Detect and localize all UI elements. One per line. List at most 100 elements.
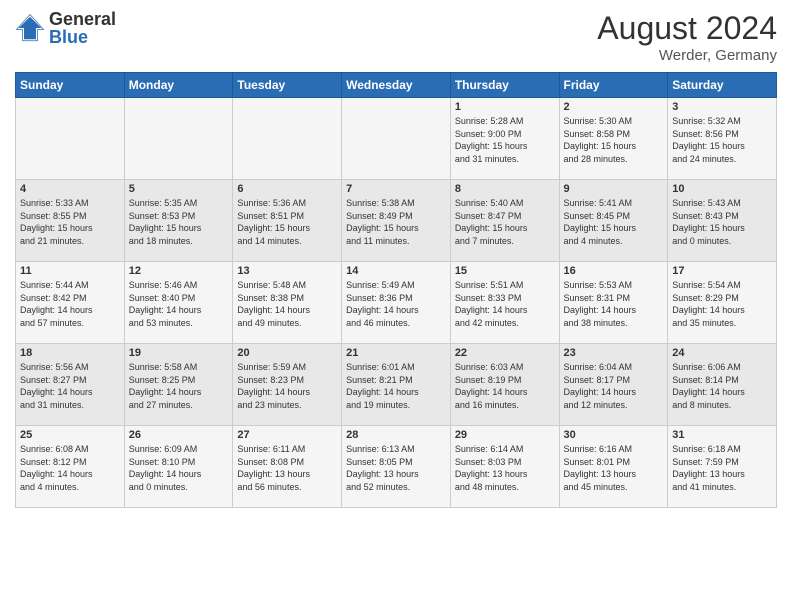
calendar-cell [233, 98, 342, 180]
week-row-0: 1 Sunrise: 5:28 AM Sunset: 9:00 PM Daylig… [16, 98, 777, 180]
day-number: 6 [237, 183, 337, 195]
day-info: Sunrise: 6:04 AM Sunset: 8:17 PM Dayligh… [564, 361, 664, 411]
week-row-2: 11 Sunrise: 5:44 AM Sunset: 8:42 PM Dayli… [16, 262, 777, 344]
calendar-cell: 7 Sunrise: 5:38 AM Sunset: 8:49 PM Daylig… [342, 180, 451, 262]
day-number: 15 [455, 265, 555, 277]
day-number: 10 [672, 183, 772, 195]
header-day-tuesday: Tuesday [233, 73, 342, 98]
day-number: 9 [564, 183, 664, 195]
day-info: Sunrise: 5:46 AM Sunset: 8:40 PM Dayligh… [129, 279, 229, 329]
day-info: Sunrise: 6:13 AM Sunset: 8:05 PM Dayligh… [346, 443, 446, 493]
day-info: Sunrise: 5:38 AM Sunset: 8:49 PM Dayligh… [346, 197, 446, 247]
calendar-cell: 22Sunrise: 6:03 AM Sunset: 8:19 PM Dayli… [450, 344, 559, 426]
calendar-cell: 30 Sunrise: 6:16 AM Sunset: 8:01 PM Dayli… [559, 426, 668, 508]
day-number: 14 [346, 265, 446, 277]
calendar-cell: 25 Sunrise: 6:08 AM Sunset: 8:12 PM Dayli… [16, 426, 125, 508]
calendar-cell: 16Sunrise: 5:53 AM Sunset: 8:31 PM Dayli… [559, 262, 668, 344]
day-info: Sunrise: 5:59 AM Sunset: 8:23 PM Dayligh… [237, 361, 337, 411]
day-info: Sunrise: 5:58 AM Sunset: 8:25 PM Dayligh… [129, 361, 229, 411]
calendar-cell: 21Sunrise: 6:01 AM Sunset: 8:21 PM Dayli… [342, 344, 451, 426]
calendar-cell: 29 Sunrise: 6:14 AM Sunset: 8:03 PM Dayli… [450, 426, 559, 508]
day-number: 29 [455, 429, 555, 441]
calendar-cell [16, 98, 125, 180]
header-day-saturday: Saturday [668, 73, 777, 98]
day-number: 18 [20, 347, 120, 359]
day-number: 4 [20, 183, 120, 195]
header-day-friday: Friday [559, 73, 668, 98]
calendar-cell: 4Sunrise: 5:33 AM Sunset: 8:55 PM Daylig… [16, 180, 125, 262]
day-info: Sunrise: 5:54 AM Sunset: 8:29 PM Dayligh… [672, 279, 772, 329]
day-info: Sunrise: 5:48 AM Sunset: 8:38 PM Dayligh… [237, 279, 337, 329]
header-day-thursday: Thursday [450, 73, 559, 98]
day-number: 24 [672, 347, 772, 359]
day-info: Sunrise: 6:11 AM Sunset: 8:08 PM Dayligh… [237, 443, 337, 493]
day-number: 8 [455, 183, 555, 195]
day-info: Sunrise: 5:32 AM Sunset: 8:56 PM Dayligh… [672, 115, 772, 165]
day-info: Sunrise: 6:16 AM Sunset: 8:01 PM Dayligh… [564, 443, 664, 493]
header-day-monday: Monday [124, 73, 233, 98]
day-info: Sunrise: 5:35 AM Sunset: 8:53 PM Dayligh… [129, 197, 229, 247]
logo-text: General Blue [49, 10, 116, 46]
week-row-4: 25 Sunrise: 6:08 AM Sunset: 8:12 PM Dayli… [16, 426, 777, 508]
calendar-cell: 20Sunrise: 5:59 AM Sunset: 8:23 PM Dayli… [233, 344, 342, 426]
day-info: Sunrise: 5:30 AM Sunset: 8:58 PM Dayligh… [564, 115, 664, 165]
week-row-3: 18Sunrise: 5:56 AM Sunset: 8:27 PM Dayli… [16, 344, 777, 426]
day-number: 23 [564, 347, 664, 359]
header-day-sunday: Sunday [16, 73, 125, 98]
logo-general-text: General [49, 10, 116, 28]
day-info: Sunrise: 5:40 AM Sunset: 8:47 PM Dayligh… [455, 197, 555, 247]
day-number: 1 [455, 101, 555, 113]
day-info: Sunrise: 6:09 AM Sunset: 8:10 PM Dayligh… [129, 443, 229, 493]
day-info: Sunrise: 5:28 AM Sunset: 9:00 PM Dayligh… [455, 115, 555, 165]
header-day-wednesday: Wednesday [342, 73, 451, 98]
calendar-cell: 3Sunrise: 5:32 AM Sunset: 8:56 PM Daylig… [668, 98, 777, 180]
day-info: Sunrise: 5:43 AM Sunset: 8:43 PM Dayligh… [672, 197, 772, 247]
day-number: 22 [455, 347, 555, 359]
calendar-cell [124, 98, 233, 180]
day-number: 7 [346, 183, 446, 195]
day-number: 27 [237, 429, 337, 441]
location-subtitle: Werder, Germany [597, 47, 777, 64]
day-info: Sunrise: 5:53 AM Sunset: 8:31 PM Dayligh… [564, 279, 664, 329]
month-year-title: August 2024 [597, 10, 777, 47]
calendar-cell: 28 Sunrise: 6:13 AM Sunset: 8:05 PM Dayli… [342, 426, 451, 508]
day-number: 11 [20, 265, 120, 277]
logo: General Blue [15, 10, 116, 46]
day-number: 21 [346, 347, 446, 359]
calendar-cell: 12Sunrise: 5:46 AM Sunset: 8:40 PM Dayli… [124, 262, 233, 344]
logo-icon [15, 13, 45, 43]
page-header: General Blue August 2024 Werder, Germany [15, 10, 777, 64]
calendar-cell: 26 Sunrise: 6:09 AM Sunset: 8:10 PM Dayli… [124, 426, 233, 508]
day-number: 17 [672, 265, 772, 277]
calendar-cell: 23 Sunrise: 6:04 AM Sunset: 8:17 PM Dayli… [559, 344, 668, 426]
calendar-cell: 15Sunrise: 5:51 AM Sunset: 8:33 PM Dayli… [450, 262, 559, 344]
calendar-cell: 14Sunrise: 5:49 AM Sunset: 8:36 PM Dayli… [342, 262, 451, 344]
calendar-cell: 19 Sunrise: 5:58 AM Sunset: 8:25 PM Dayli… [124, 344, 233, 426]
calendar-table: SundayMondayTuesdayWednesdayThursdayFrid… [15, 72, 777, 508]
calendar-cell: 31Sunrise: 6:18 AM Sunset: 7:59 PM Dayli… [668, 426, 777, 508]
main-container: General Blue August 2024 Werder, Germany… [0, 0, 792, 612]
day-number: 30 [564, 429, 664, 441]
calendar-cell: 11 Sunrise: 5:44 AM Sunset: 8:42 PM Dayli… [16, 262, 125, 344]
header-row: SundayMondayTuesdayWednesdayThursdayFrid… [16, 73, 777, 98]
calendar-cell: 5Sunrise: 5:35 AM Sunset: 8:53 PM Daylig… [124, 180, 233, 262]
day-info: Sunrise: 6:14 AM Sunset: 8:03 PM Dayligh… [455, 443, 555, 493]
day-number: 25 [20, 429, 120, 441]
day-info: Sunrise: 5:36 AM Sunset: 8:51 PM Dayligh… [237, 197, 337, 247]
day-number: 26 [129, 429, 229, 441]
calendar-header: SundayMondayTuesdayWednesdayThursdayFrid… [16, 73, 777, 98]
day-number: 13 [237, 265, 337, 277]
calendar-cell: 24Sunrise: 6:06 AM Sunset: 8:14 PM Dayli… [668, 344, 777, 426]
day-info: Sunrise: 5:44 AM Sunset: 8:42 PM Dayligh… [20, 279, 120, 329]
calendar-cell: 9 Sunrise: 5:41 AM Sunset: 8:45 PM Daylig… [559, 180, 668, 262]
calendar-cell: 8 Sunrise: 5:40 AM Sunset: 8:47 PM Daylig… [450, 180, 559, 262]
day-info: Sunrise: 6:08 AM Sunset: 8:12 PM Dayligh… [20, 443, 120, 493]
day-number: 2 [564, 101, 664, 113]
calendar-cell [342, 98, 451, 180]
day-number: 19 [129, 347, 229, 359]
day-number: 28 [346, 429, 446, 441]
day-info: Sunrise: 5:41 AM Sunset: 8:45 PM Dayligh… [564, 197, 664, 247]
day-info: Sunrise: 6:18 AM Sunset: 7:59 PM Dayligh… [672, 443, 772, 493]
calendar-cell: 6 Sunrise: 5:36 AM Sunset: 8:51 PM Daylig… [233, 180, 342, 262]
calendar-cell: 10 Sunrise: 5:43 AM Sunset: 8:43 PM Dayli… [668, 180, 777, 262]
